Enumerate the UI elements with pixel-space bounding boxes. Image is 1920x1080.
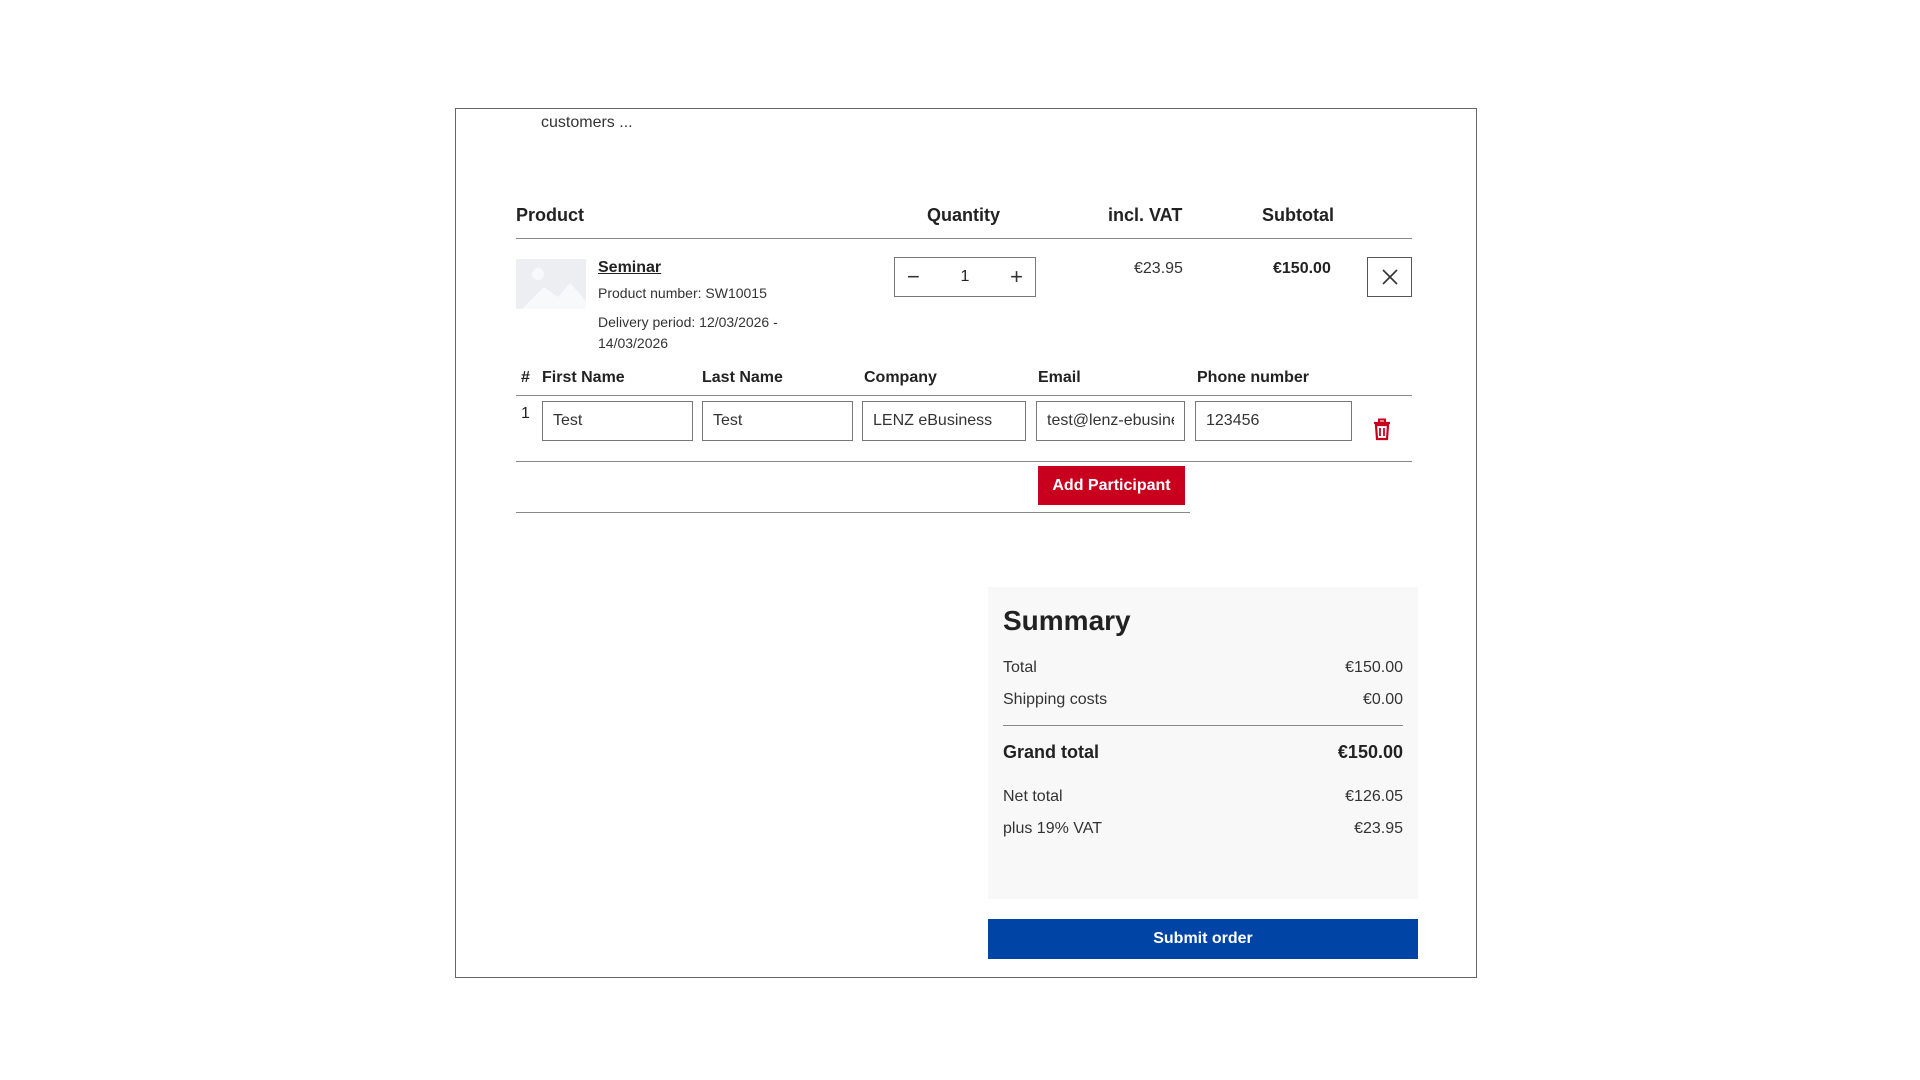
vat-value: €23.95 <box>1354 820 1403 837</box>
company-input[interactable] <box>862 401 1026 441</box>
item-subtotal: €150.00 <box>1273 260 1331 277</box>
vat-label: plus 19% VAT <box>1003 820 1103 837</box>
add-participant-divider <box>516 512 1190 513</box>
header-divider <box>516 238 1412 239</box>
add-participant-button[interactable]: Add Participant <box>1038 466 1185 505</box>
summary-title: Summary <box>1003 605 1131 636</box>
net-total-label: Net total <box>1003 788 1063 805</box>
image-placeholder-icon <box>516 259 586 309</box>
last-name-input[interactable] <box>702 401 853 441</box>
summary-row-net: Net total €126.05 <box>1003 788 1403 806</box>
remove-item-button[interactable] <box>1367 257 1412 297</box>
product-thumbnail <box>516 259 586 309</box>
total-label: Total <box>1003 659 1037 676</box>
header-subtotal: Subtotal <box>1262 205 1334 225</box>
summary-row-total: Total €150.00 <box>1003 659 1403 677</box>
phone-input[interactable] <box>1195 401 1352 441</box>
summary-panel: Summary Total €150.00 Shipping costs €0.… <box>988 587 1418 899</box>
quantity-value[interactable]: 1 <box>961 268 970 286</box>
net-total-value: €126.05 <box>1345 788 1403 805</box>
shipping-label: Shipping costs <box>1003 691 1108 708</box>
first-name-input[interactable] <box>542 401 693 441</box>
summary-row-shipping: Shipping costs €0.00 <box>1003 691 1403 709</box>
participant-index: 1 <box>521 405 530 422</box>
participant-header-phone: Phone number <box>1197 369 1310 386</box>
header-quantity: Quantity <box>927 205 1001 225</box>
quantity-decrease-button[interactable]: − <box>907 266 920 288</box>
participant-header-first-name: First Name <box>542 369 625 386</box>
email-input[interactable] <box>1036 401 1185 441</box>
delivery-period-end: 14/03/2026 <box>598 335 669 351</box>
participant-row-divider <box>516 461 1412 462</box>
shipping-value: €0.00 <box>1362 691 1403 708</box>
delivery-period: Delivery period: 12/03/2026 - <box>598 314 778 330</box>
grand-total-label: Grand total <box>1003 742 1100 762</box>
item-vat-price: €23.95 <box>1134 260 1183 277</box>
participant-header-last-name: Last Name <box>702 369 783 386</box>
grand-total-value: €150.00 <box>1337 742 1403 762</box>
trash-icon <box>1374 418 1390 441</box>
quantity-stepper[interactable]: − 1 + <box>894 257 1036 297</box>
submit-order-button[interactable]: Submit order <box>988 919 1418 959</box>
participant-header-num: # <box>521 369 530 386</box>
product-number: Product number: SW10015 <box>598 285 767 301</box>
header-product: Product <box>516 205 585 225</box>
participant-header-divider <box>516 395 1412 396</box>
remove-participant-button[interactable] <box>1372 418 1392 442</box>
product-title-link[interactable]: Seminar <box>598 259 661 277</box>
quantity-increase-button[interactable]: + <box>1010 266 1023 288</box>
checkout-panel: customers ... Product Quantity incl. VAT… <box>455 108 1477 978</box>
intro-text: customers ... <box>541 114 633 131</box>
summary-divider <box>1003 725 1403 726</box>
total-value: €150.00 <box>1345 659 1403 676</box>
participant-header-company: Company <box>864 369 937 386</box>
summary-row-vat: plus 19% VAT €23.95 <box>1003 820 1403 838</box>
participant-header-email: Email <box>1038 369 1081 386</box>
header-incl-vat: incl. VAT <box>1108 205 1183 225</box>
summary-row-grand-total: Grand total €150.00 <box>1003 742 1403 763</box>
close-icon <box>1381 269 1398 285</box>
